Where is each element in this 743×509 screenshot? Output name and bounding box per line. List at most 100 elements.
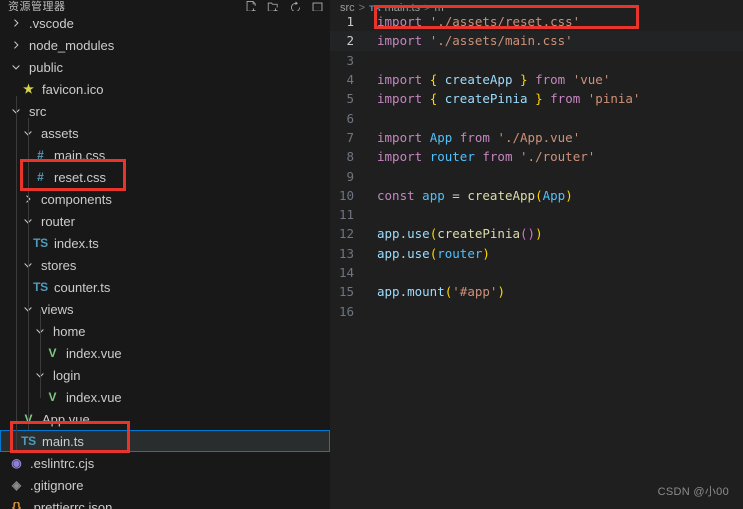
tree-item-label: .vscode	[29, 15, 74, 31]
tree-item-label: src	[29, 103, 47, 119]
tree-folder-router[interactable]: router	[0, 210, 330, 232]
code-text: app.use(router)	[377, 245, 490, 261]
tree-item-label: node_modules	[29, 37, 115, 53]
code-line[interactable]: 13 app.use(router)	[330, 244, 743, 263]
line-number: 5	[346, 91, 354, 107]
tree-folder-stores[interactable]: stores	[0, 254, 330, 276]
line-number: 2	[346, 33, 354, 49]
tree-item-label: App.vue	[42, 411, 90, 427]
line-number: 16	[338, 303, 354, 319]
tree-folder-assets[interactable]: assets	[0, 122, 330, 144]
tree-item-label: .prettierrc.json	[30, 499, 113, 509]
code-line[interactable]: 4 import { createApp } from 'vue'	[330, 70, 743, 89]
code-line[interactable]: 1 import './assets/reset.css'	[330, 12, 743, 31]
chevron-down-icon[interactable]	[8, 56, 24, 78]
tree-item-label: home	[53, 323, 86, 339]
line-number: 4	[346, 72, 354, 88]
line-number: 8	[346, 149, 354, 165]
chevron-right-icon[interactable]	[8, 12, 24, 34]
code-line[interactable]: 9	[330, 166, 743, 185]
ts-file-icon: TS	[369, 4, 381, 11]
code-text: const app = createApp(App)	[377, 187, 573, 203]
code-content[interactable]: 1 import './assets/reset.css' 2 import './a…	[330, 11, 743, 321]
collapse-all-icon[interactable]	[311, 1, 324, 11]
tree-file-reset-css[interactable]: # reset.css	[0, 166, 330, 188]
breadcrumb-separator: >	[358, 2, 366, 11]
tree-file-main-ts[interactable]: TS main.ts	[0, 430, 330, 452]
watermark: CSDN @小00	[657, 486, 729, 498]
breadcrumb-symbol[interactable]: m	[435, 2, 444, 11]
tree-item-label: favicon.ico	[42, 81, 104, 97]
code-line[interactable]: 14	[330, 263, 743, 282]
code-text: import { createPinia } from 'pinia'	[377, 91, 641, 107]
tree-file-prettierrc-json[interactable]: {} .prettierrc.json	[0, 496, 330, 509]
tree-file-app-vue[interactable]: VApp.vue	[0, 408, 330, 430]
code-line[interactable]: 10 const app = createApp(App)	[330, 186, 743, 205]
tree-item-label: counter.ts	[54, 279, 111, 295]
line-number: 10	[338, 187, 354, 203]
tree-item-label: index.vue	[66, 389, 122, 405]
line-number: 1	[346, 14, 354, 30]
breadcrumb-separator: >	[424, 2, 431, 11]
tree-item-label: router	[41, 213, 75, 229]
tree-item-label: login	[53, 367, 81, 383]
css-file-icon: #	[37, 170, 44, 184]
tree-file-eslintrc-cjs[interactable]: ◉ .eslintrc.cjs	[0, 452, 330, 474]
tree-item-label: components	[41, 191, 112, 207]
code-line[interactable]: 3	[330, 51, 743, 70]
code-line[interactable]: 12 app.use(createPinia())	[330, 224, 743, 243]
refresh-icon[interactable]	[289, 1, 302, 11]
explorer-title: 资源管理器	[8, 1, 66, 11]
indent-guide	[40, 310, 41, 398]
line-number: 12	[338, 226, 354, 242]
tree-file-index-vue[interactable]: Vindex.vue	[0, 342, 330, 364]
tree-item-label: views	[41, 301, 74, 317]
tree-file-favicon-ico[interactable]: ★ favicon.ico	[0, 78, 330, 100]
tree-item-label: main.ts	[42, 433, 84, 449]
code-line[interactable]: 15 app.mount('#app')	[330, 282, 743, 301]
code-line[interactable]: 7 import App from './App.vue'	[330, 128, 743, 147]
tree-folder-vscode[interactable]: .vscode	[0, 12, 330, 34]
ts-file-icon: TS	[21, 434, 36, 448]
tree-item-label: index.vue	[66, 345, 122, 361]
breadcrumb-folder[interactable]: src	[340, 2, 355, 11]
tree-file-index-vue[interactable]: Vindex.vue	[0, 386, 330, 408]
code-line[interactable]: 8 import router from './router'	[330, 147, 743, 166]
breadcrumb-file[interactable]: main.ts	[385, 2, 420, 11]
new-file-icon[interactable]	[245, 1, 258, 11]
explorer-header: 资源管理器	[0, 0, 330, 11]
explorer-sidebar: 资源管理器 .vscode node_modulespublic ★ favicon.…	[0, 0, 330, 509]
code-line[interactable]: 16	[330, 301, 743, 320]
tree-item-label: public	[29, 59, 63, 75]
line-number: 11	[338, 207, 354, 223]
code-text: import App from './App.vue'	[377, 129, 581, 145]
tree-folder-components[interactable]: components	[0, 188, 330, 210]
tree-file-index-ts[interactable]: TS index.ts	[0, 232, 330, 254]
code-text: app.mount('#app')	[377, 284, 505, 300]
tree-folder-views[interactable]: views	[0, 298, 330, 320]
line-number: 6	[346, 110, 354, 126]
tree-file-gitignore[interactable]: ◈ .gitignore	[0, 474, 330, 496]
json-file-icon: {}	[11, 500, 22, 509]
code-text: import './assets/reset.css'	[377, 14, 581, 30]
tree-folder-home[interactable]: home	[0, 320, 330, 342]
tree-folder-login[interactable]: login	[0, 364, 330, 386]
tree-folder-node-modules[interactable]: node_modules	[0, 34, 330, 56]
code-line[interactable]: 5 import { createPinia } from 'pinia'	[330, 89, 743, 108]
tree-folder-src[interactable]: src	[0, 100, 330, 122]
chevron-right-icon[interactable]	[8, 34, 24, 56]
star-icon: ★	[23, 82, 34, 96]
code-line[interactable]: 2 import './assets/main.css'	[330, 31, 743, 51]
new-folder-icon[interactable]	[267, 1, 280, 11]
code-line[interactable]: 11	[330, 205, 743, 224]
tree-file-main-css[interactable]: # main.css	[0, 144, 330, 166]
file-tree[interactable]: .vscode node_modulespublic ★ favicon.ico src…	[0, 11, 330, 509]
line-number: 7	[346, 129, 354, 145]
git-file-icon: ◈	[11, 478, 22, 492]
breadcrumb[interactable]: src > TS main.ts > m	[330, 0, 743, 11]
tree-folder-public[interactable]: public	[0, 56, 330, 78]
code-line[interactable]: 6	[330, 108, 743, 127]
tree-file-counter-ts[interactable]: TS counter.ts	[0, 276, 330, 298]
tree-item-label: assets	[41, 125, 79, 141]
code-text: import { createApp } from 'vue'	[377, 72, 611, 88]
